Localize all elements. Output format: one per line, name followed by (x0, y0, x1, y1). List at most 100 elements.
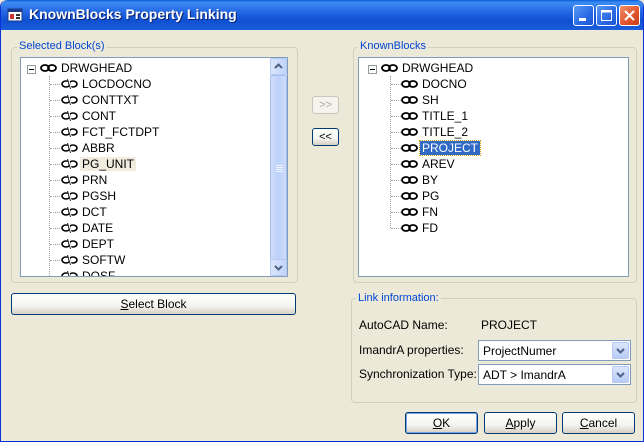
broken-link-icon (61, 143, 78, 153)
tree-item[interactable]: DATE (61, 221, 115, 236)
tree-item[interactable]: PROJECT (401, 140, 482, 156)
broken-link-icon (61, 271, 78, 276)
scroll-thumb[interactable] (270, 75, 287, 261)
tree-item[interactable]: TITLE_1 (401, 109, 470, 124)
apply-label: pply (513, 416, 536, 430)
selected-blocks-tree[interactable]: DRWGHEAD LOCDOCNO CONTTXT CONT FCT_FCTDPT AB… (20, 57, 288, 277)
title-bar[interactable]: KnownBlocks Property Linking (1, 0, 643, 30)
tree-item-label: DOSF (82, 269, 116, 277)
tree-guide (50, 84, 60, 85)
tree-item[interactable]: DOSF (61, 269, 117, 277)
tree-guide (391, 228, 401, 229)
imandra-properties-label: ImandrA properties: (359, 343, 464, 357)
window-title: KnownBlocks Property Linking (29, 6, 237, 22)
link-info-label: Link information: (356, 292, 441, 304)
tree-guide (50, 260, 60, 261)
left-scrollbar[interactable] (270, 58, 287, 276)
collapse-toggle[interactable] (27, 65, 36, 74)
tree-item[interactable]: DCT (61, 205, 109, 220)
tree-root[interactable]: DRWGHEAD (381, 61, 475, 76)
tree-item[interactable]: DEPT (61, 237, 116, 252)
chain-link-icon (401, 144, 418, 152)
tree-item[interactable]: SOFTW (61, 253, 127, 268)
app-icon (7, 8, 23, 22)
tree-item-label: BY (422, 173, 439, 187)
tree-item[interactable]: FCT_FCTDPT (61, 125, 161, 140)
tree-guide (50, 244, 60, 245)
chain-link-icon (401, 96, 418, 104)
scroll-down-button[interactable] (270, 259, 287, 276)
tree-item-label: SH (422, 93, 439, 107)
add-link-button[interactable]: >> (312, 96, 339, 114)
chevron-down-icon (616, 348, 625, 354)
ok-button[interactable]: OK (405, 412, 478, 434)
tree-item[interactable]: PG (401, 189, 441, 204)
tree-item-label: DOCNO (422, 77, 467, 91)
broken-link-icon (61, 111, 78, 121)
dialog-window: KnownBlocks Property Linking Selected Bl… (0, 0, 644, 442)
tree-guide (50, 132, 60, 133)
tree-item-label: PRN (82, 173, 108, 187)
known-blocks-tree[interactable]: DRWGHEAD DOCNO SH TITLE_1 TITLE_2 PROJECT ARE… (358, 57, 629, 277)
tree-item[interactable]: LOCDOCNO (61, 77, 153, 92)
tree-guide (49, 76, 50, 276)
broken-link-icon (61, 79, 78, 89)
tree-item[interactable]: SH (401, 93, 441, 108)
minimize-icon (579, 18, 586, 21)
broken-link-icon (61, 223, 78, 233)
apply-mnemonic: A (505, 416, 514, 430)
tree-item-label: DCT (82, 205, 107, 219)
chevron-down-icon (274, 265, 283, 271)
tree-item[interactable]: CONTTXT (61, 93, 141, 108)
tree-item-label: ABBR (82, 141, 115, 155)
cancel-button[interactable]: Cancel (562, 412, 635, 434)
tree-item-label: AREV (422, 157, 455, 171)
close-button[interactable] (619, 5, 640, 26)
tree-item[interactable]: AREV (401, 157, 457, 172)
tree-item[interactable]: DOCNO (401, 77, 469, 92)
imandra-properties-select[interactable]: ProjectNumer (478, 340, 631, 361)
tree-item-label: PG (422, 189, 440, 203)
tree-item[interactable]: PG_UNIT (61, 157, 137, 172)
tree-item-label: FD (422, 221, 438, 235)
chain-link-icon (401, 224, 418, 232)
tree-guide (50, 100, 60, 101)
sync-type-select[interactable]: ADT > ImandrA (478, 364, 631, 385)
select-block-label: elect Block (128, 297, 187, 311)
autocad-name-label: AutoCAD Name: (359, 318, 448, 332)
cancel-label: ancel (588, 416, 618, 430)
chain-link-icon (401, 80, 418, 88)
tree-guide (391, 164, 401, 165)
tree-guide (50, 148, 60, 149)
tree-item-label: FN (422, 205, 438, 219)
remove-link-button[interactable]: << (312, 128, 339, 146)
broken-link-icon (61, 159, 78, 169)
tree-guide (50, 164, 60, 165)
tree-item[interactable]: PGSH (61, 189, 118, 204)
tree-item[interactable]: BY (401, 173, 440, 188)
tree-item[interactable]: PRN (61, 173, 109, 188)
imandra-dropdown-button[interactable] (612, 342, 629, 359)
tree-item[interactable]: TITLE_2 (401, 125, 470, 140)
tree-guide (50, 212, 60, 213)
chain-link-icon (401, 128, 418, 136)
tree-item[interactable]: FD (401, 221, 440, 236)
maximize-button[interactable] (596, 5, 617, 26)
known-blocks-label: KnownBlocks (358, 40, 429, 52)
minimize-button[interactable] (573, 5, 594, 26)
collapse-toggle[interactable] (368, 65, 377, 74)
tree-item-label: CONT (82, 109, 116, 123)
tree-item[interactable]: CONT (61, 109, 118, 124)
tree-root[interactable]: DRWGHEAD (40, 61, 134, 76)
chain-link-icon (40, 64, 57, 72)
sync-dropdown-button[interactable] (612, 366, 629, 383)
chevron-down-icon (616, 372, 625, 378)
imandra-properties-value: ProjectNumer (483, 344, 557, 358)
tree-item-label: DEPT (82, 237, 115, 251)
scroll-up-button[interactable] (270, 58, 287, 75)
apply-button[interactable]: Apply (484, 412, 557, 434)
add-link-label: >> (319, 99, 332, 111)
tree-item[interactable]: FN (401, 205, 440, 220)
select-block-button[interactable]: Select Block (11, 293, 296, 315)
tree-item[interactable]: ABBR (61, 141, 117, 156)
